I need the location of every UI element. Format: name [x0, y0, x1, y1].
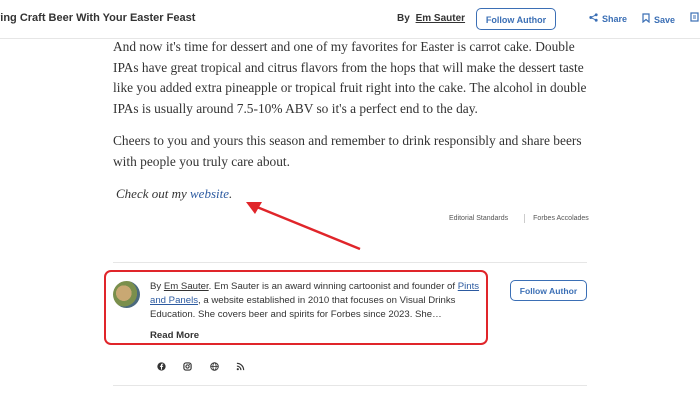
annotation-arrow	[246, 202, 361, 251]
